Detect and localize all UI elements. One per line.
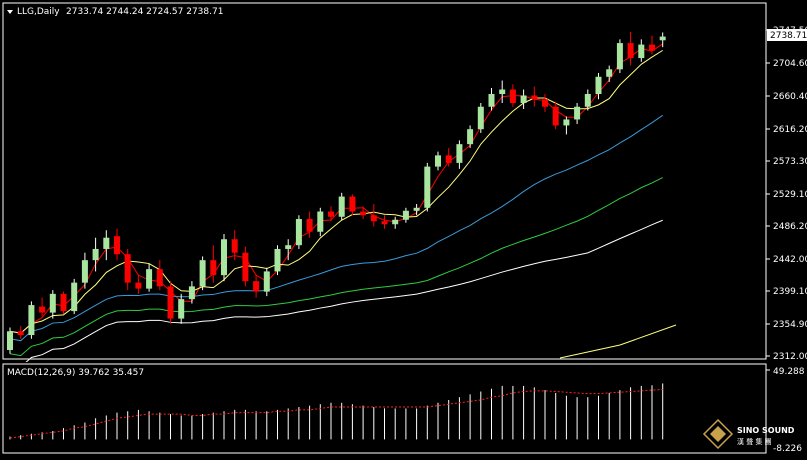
candle-body	[531, 95, 538, 100]
price-tick: 2704.60	[773, 59, 807, 69]
price-tick: 2354.90	[773, 320, 807, 330]
logo-text-en: SINO SOUND	[737, 426, 795, 435]
current-price-marker: 2738.71	[767, 29, 807, 41]
candle-body	[81, 260, 88, 283]
candle-body	[456, 144, 463, 163]
candle-body	[328, 211, 334, 217]
macd-scale-top: 49.288	[773, 367, 805, 377]
candle-body	[124, 254, 131, 283]
ma-very-long-line	[559, 324, 677, 359]
candle-body	[49, 293, 56, 313]
price-chart-frame	[2, 2, 767, 360]
candle-body	[616, 43, 623, 70]
logo-text-cn: 漢 聲 集 團	[737, 437, 772, 446]
candle-body	[60, 293, 67, 312]
symbol-title: LLG,Daily	[17, 7, 60, 17]
candle-body	[295, 219, 302, 246]
candle-body	[574, 106, 581, 120]
candle-body	[317, 211, 324, 232]
candle-body	[92, 248, 99, 261]
price-chart-svg[interactable]: LLG,Daily 2733.74 2744.24 2724.57 2738.7…	[0, 0, 807, 368]
candle-body	[563, 119, 570, 126]
price-tick: 2399.10	[773, 287, 807, 297]
candle-body	[146, 269, 153, 289]
candle-body	[606, 69, 613, 77]
logo-diamond-inner-icon	[710, 426, 726, 442]
macd-indicator-panel[interactable]: MACD(12,26,9) 39.762 35.457 49.288 -8.22…	[0, 362, 807, 456]
candle-body	[467, 129, 474, 145]
candle-body	[39, 306, 46, 313]
candle-body	[28, 305, 35, 336]
price-chart-panel[interactable]: LLG,Daily 2733.74 2744.24 2724.57 2738.7…	[0, 0, 807, 368]
candle-body	[306, 219, 313, 232]
candle-body	[445, 155, 452, 163]
candle-body	[381, 221, 388, 225]
macd-signal-polyline	[9, 388, 663, 439]
candle-body	[488, 94, 495, 107]
price-tick: 2312.00	[773, 352, 807, 362]
price-tick: 2660.40	[773, 92, 807, 102]
price-tick: 2486.20	[773, 222, 807, 232]
candle-body	[499, 89, 506, 95]
candle-body	[17, 331, 24, 336]
price-tick: 2616.20	[773, 125, 807, 135]
candle-body	[542, 99, 548, 107]
candle-body	[199, 260, 206, 287]
candle-body	[274, 248, 281, 272]
candle-body	[595, 76, 602, 95]
candle-body	[659, 36, 666, 41]
candle-body	[71, 282, 78, 312]
candle-body	[188, 286, 195, 300]
price-tick: 2529.10	[773, 190, 807, 200]
current-price-label: 2738.71	[770, 31, 807, 41]
candle-body	[413, 207, 420, 211]
candle-body	[167, 286, 174, 319]
candle-body	[210, 260, 217, 276]
candle-body	[370, 215, 377, 222]
candle-body	[649, 44, 655, 51]
macd-title: MACD(12,26,9) 39.762 35.457	[7, 368, 144, 378]
price-axis: 2747.50 2704.60 2660.40 2616.20 2573.30 …	[766, 26, 807, 362]
price-tick: 2573.30	[773, 157, 807, 167]
ma-short-line	[9, 49, 663, 334]
candle-body	[135, 282, 142, 289]
candle-body	[638, 44, 645, 59]
ohlc-readout: 2733.74 2744.24 2724.57 2738.71	[66, 7, 223, 17]
candle-body	[285, 245, 292, 249]
candle-body	[103, 237, 110, 249]
macd-scale-bottom: -8.226	[773, 444, 802, 454]
macd-histogram	[9, 383, 664, 440]
candle-body	[477, 106, 484, 130]
candle-body	[509, 89, 516, 103]
ma-medium-line	[9, 114, 663, 342]
candle-body	[424, 166, 431, 208]
candle-body	[242, 252, 249, 282]
candle-body	[114, 236, 120, 255]
macd-svg[interactable]: MACD(12,26,9) 39.762 35.457 49.288 -8.22…	[0, 362, 807, 456]
candle-body	[7, 331, 13, 351]
candle-body	[360, 211, 367, 216]
candle-body	[156, 269, 163, 287]
candle-body	[221, 239, 227, 276]
collapse-triangle-icon[interactable]	[7, 10, 13, 14]
candle-body	[263, 271, 270, 292]
ma-long-line	[9, 177, 663, 357]
candle-body	[338, 196, 345, 217]
ma-fast-line	[9, 43, 663, 334]
candle-body	[627, 43, 634, 59]
candle-body	[178, 299, 185, 319]
candle-body	[552, 106, 559, 126]
candle-body	[435, 155, 441, 167]
candle-body	[402, 210, 409, 220]
macd-signal-line	[9, 388, 663, 439]
candle-body	[520, 95, 527, 103]
candle-body	[584, 94, 591, 107]
candle-body	[231, 239, 238, 253]
candle-body	[392, 219, 399, 225]
candle-body	[349, 196, 356, 212]
candle-body	[253, 281, 260, 292]
price-tick: 2442.00	[773, 255, 807, 265]
